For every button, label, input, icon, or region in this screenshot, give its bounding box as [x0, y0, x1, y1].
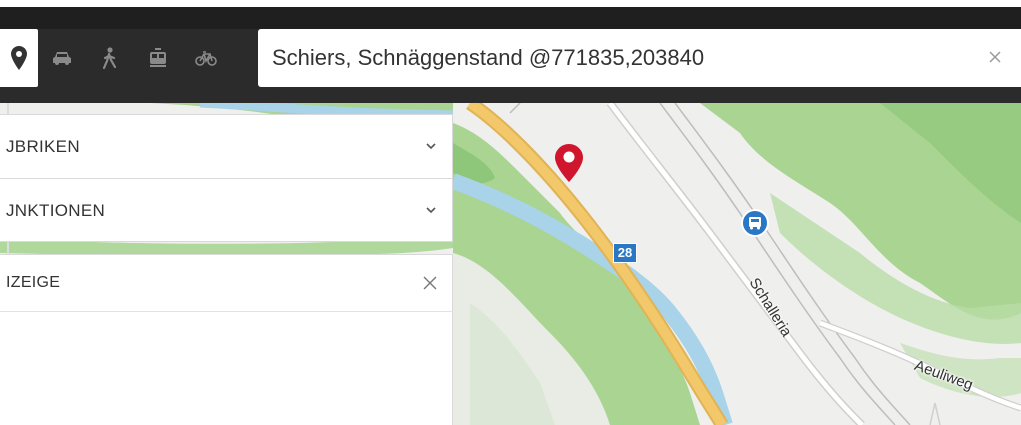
tram-icon: [150, 48, 166, 67]
chevron-down-icon[interactable]: [424, 205, 438, 215]
route-shield: 28: [613, 243, 637, 263]
bicycle-icon: [195, 51, 217, 66]
anzeige-label: IZEIGE: [6, 274, 61, 291]
location-pin-icon[interactable]: [554, 143, 584, 183]
close-icon[interactable]: [422, 275, 438, 291]
funktionen-panel[interactable]: JNKTIONEN: [0, 178, 453, 242]
search-bar: [258, 29, 1021, 87]
transport-mode-group: [0, 29, 251, 87]
map-pin-icon: [11, 46, 27, 70]
mode-walk-button[interactable]: [86, 29, 134, 87]
rubriken-panel[interactable]: JBRIKEN: [0, 114, 453, 178]
toolbar-upper-strip: [0, 7, 1021, 29]
clear-search-button[interactable]: [983, 45, 1007, 69]
funktionen-label: JNKTIONEN: [6, 201, 106, 220]
window-top-edge: [0, 0, 1021, 7]
anzeige-panel: IZEIGE: [0, 254, 453, 425]
car-icon: [53, 52, 71, 65]
mode-transit-button[interactable]: [134, 29, 182, 87]
walking-person-icon: [102, 47, 117, 69]
mode-car-button[interactable]: [38, 29, 86, 87]
rubriken-label: JBRIKEN: [6, 137, 80, 156]
mode-bike-button[interactable]: [182, 29, 230, 87]
chevron-down-icon[interactable]: [424, 141, 438, 151]
anzeige-divider: [0, 311, 453, 312]
bus-stop-icon[interactable]: [741, 209, 769, 237]
search-input[interactable]: [272, 29, 972, 87]
close-icon: [989, 51, 1001, 63]
mode-location-button[interactable]: [0, 29, 38, 87]
